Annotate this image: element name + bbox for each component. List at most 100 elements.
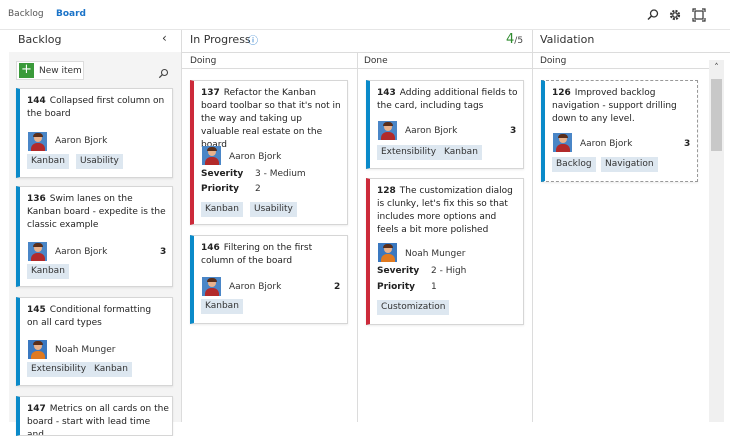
tag[interactable]: Usability [250,202,297,217]
scroll-up-arrow[interactable]: ˄ [709,60,724,76]
tag[interactable]: Kanban [90,362,132,377]
doing-subheader: Doing [190,56,217,66]
effort: 2 [334,282,341,292]
card-143[interactable]: 143 Adding additional fields to the card,… [366,80,524,169]
gear-icon[interactable] [668,8,682,22]
new-item-label: New item [39,66,82,76]
fullscreen-icon[interactable] [692,8,706,22]
card-136[interactable]: 136 Swim lanes on the Kanban board - expe… [16,186,173,287]
avatar [28,340,47,359]
tag[interactable]: Kanban [27,154,69,169]
tag[interactable]: Kanban [201,202,243,217]
top-bar: Backlog Board [0,0,730,30]
avatar [202,146,221,165]
severity-value: 2 - High [431,266,467,276]
severity-label: Severity [377,266,420,276]
card-title-text: Refactor the Kanban board toolbar so tha… [201,88,341,150]
card-title: 146 Filtering on the first column of the … [201,242,325,268]
card-id: 144 [27,96,46,106]
card-title: 137 Refactor the Kanban board toolbar so … [201,87,343,152]
card-id: 137 [201,88,220,98]
severity-label: Severity [201,169,244,179]
avatar [553,133,572,152]
assignee: Aaron Bjork [55,136,108,146]
info-icon[interactable]: ⓘ [248,32,258,47]
tag[interactable]: Kanban [440,145,482,160]
card-144[interactable]: 144 Collapsed first column on the board A… [16,88,173,178]
card-title-text: Metrics on all cards on the board - star… [27,404,169,436]
validation-title: Validation [540,33,595,46]
header-divider [182,52,730,53]
avatar [28,242,47,261]
in-progress-header: In Progress ⓘ 4/5 [190,30,525,52]
card-title: 144 Collapsed first column on the board [27,95,165,121]
assignee: Aaron Bjork [229,282,282,292]
assignee: Aaron Bjork [229,152,282,162]
in-progress-title: In Progress [190,33,251,46]
card-146[interactable]: 146 Filtering on the first column of the … [190,235,348,324]
avatar [28,132,47,151]
priority-label: Priority [377,282,415,292]
assignee: Aaron Bjork [580,139,633,149]
plus-icon: + [19,63,34,78]
wip-limit: 4/5 [506,32,523,47]
card-id: 126 [552,88,571,98]
card-id: 147 [27,404,46,414]
backlog-header: Backlog [18,30,178,52]
card-title: 147 Metrics on all cards on the board - s… [27,403,169,436]
column-divider [181,30,182,422]
card-title-text: Adding additional fields to the card, in… [377,88,518,111]
card-id: 128 [377,186,396,196]
column-divider [357,52,358,422]
backlog-title: Backlog [18,33,62,46]
card-145[interactable]: 145 Conditional formatting on all card ty… [16,297,173,386]
card-title: 143 Adding additional fields to the card,… [377,87,519,113]
effort: 3 [510,126,517,136]
wip-max: /5 [514,36,524,46]
card-id: 145 [27,305,46,315]
severity-value: 3 - Medium [255,169,306,179]
validation-header: Validation [540,30,710,52]
tag[interactable]: Kanban [201,299,243,314]
subheader-divider [182,68,709,69]
search-icon[interactable] [646,8,660,22]
priority-value: 2 [255,184,261,194]
tag[interactable]: Extensibility [377,145,441,160]
avatar [378,243,397,262]
card-id: 146 [201,243,220,253]
priority-label: Priority [201,184,239,194]
tab-backlog[interactable]: Backlog [8,9,44,19]
avatar [378,121,397,140]
new-item-button[interactable]: + New item [16,61,84,80]
card-128[interactable]: 128 The customization dialog is clunky, l… [366,178,524,325]
tag[interactable]: Extensibility [27,362,91,377]
scrollbar-thumb[interactable] [711,79,722,151]
tag[interactable]: Kanban [27,264,69,279]
tab-board[interactable]: Board [56,9,86,19]
card-title-text: Swim lanes on the Kanban board - expedit… [27,194,166,230]
validation-doing-subheader: Doing [540,56,567,66]
chevron-left-icon[interactable]: ‹ [162,31,167,45]
card-id: 136 [27,194,46,204]
tag[interactable]: Usability [76,154,123,169]
assignee: Noah Munger [405,249,466,259]
card-title-text: Collapsed first column on the board [27,96,165,119]
done-subheader: Done [364,56,388,66]
card-147[interactable]: 147 Metrics on all cards on the board - s… [16,396,173,436]
card-126[interactable]: 126 Improved backlog navigation - support… [541,80,698,182]
tag[interactable]: Backlog [552,157,596,172]
card-title: 126 Improved backlog navigation - support… [552,87,694,126]
card-title-text: The customization dialog is clunky, let'… [377,186,513,235]
tag[interactable]: Navigation [601,157,658,172]
card-title: 136 Swim lanes on the Kanban board - expe… [27,193,169,232]
card-title: 145 Conditional formatting on all card ty… [27,304,165,330]
card-137[interactable]: 137 Refactor the Kanban board toolbar so … [190,80,348,225]
assignee: Aaron Bjork [55,247,108,257]
card-id: 143 [377,88,396,98]
tag[interactable]: Customization [377,300,450,315]
search-icon[interactable] [158,64,169,83]
card-title: 128 The customization dialog is clunky, l… [377,185,519,237]
priority-value: 1 [431,282,437,292]
effort: 3 [160,247,167,257]
effort: 3 [684,139,691,149]
